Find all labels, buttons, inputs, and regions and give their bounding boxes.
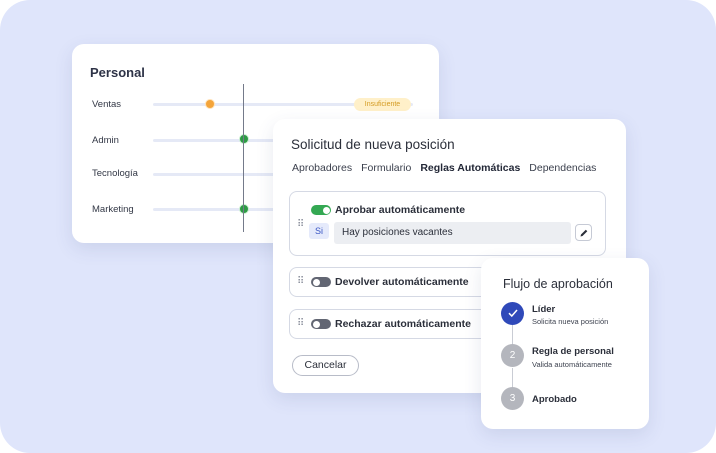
target-axis-line xyxy=(243,84,244,232)
status-badge: Insuficiente xyxy=(354,98,411,111)
marker-admin xyxy=(239,134,249,144)
row-label-ventas: Ventas xyxy=(92,99,122,110)
step-1-title: Líder xyxy=(532,304,556,315)
step-connector xyxy=(512,325,513,345)
personal-title: Personal xyxy=(90,65,145,80)
toggle-aprobar[interactable] xyxy=(311,205,331,215)
drag-handle-icon[interactable]: ⠿ xyxy=(297,277,304,287)
cancel-button[interactable]: Cancelar xyxy=(292,355,359,376)
rule-aprobar: ⠿ Aprobar automáticamente Si Hay posicio… xyxy=(289,191,606,256)
tab-dependencias[interactable]: Dependencias xyxy=(529,162,596,174)
tab-formulario[interactable]: Formulario xyxy=(361,162,411,174)
toggle-rechazar[interactable] xyxy=(311,319,331,329)
check-icon xyxy=(507,309,518,318)
step-2-sub: Valida automáticamente xyxy=(532,360,612,369)
drag-handle-icon[interactable]: ⠿ xyxy=(297,220,304,230)
edit-condition-button[interactable] xyxy=(575,224,592,241)
row-label-admin: Admin xyxy=(92,135,119,146)
step-3-title: Aprobado xyxy=(532,394,577,405)
tab-bar: Aprobadores Formulario Reglas Automática… xyxy=(292,162,596,174)
rule-label-aprobar: Aprobar automáticamente xyxy=(335,204,466,216)
tab-aprobadores[interactable]: Aprobadores xyxy=(292,162,352,174)
condition-prefix: Si xyxy=(309,223,329,239)
row-label-marketing: Marketing xyxy=(92,204,134,215)
step-2-title: Regla de personal xyxy=(532,346,614,357)
step-3-circle: 3 xyxy=(501,387,524,410)
solicitud-title: Solicitud de nueva posición xyxy=(291,137,455,152)
step-1-check-icon xyxy=(501,302,524,325)
rule-label-devolver: Devolver automáticamente xyxy=(335,276,469,288)
step-1-sub: Solicita nueva posición xyxy=(532,317,609,326)
flujo-card: Flujo de aprobación Líder Solicita nueva… xyxy=(481,258,649,429)
step-connector xyxy=(512,368,513,388)
flujo-title: Flujo de aprobación xyxy=(503,277,613,291)
toggle-devolver[interactable] xyxy=(311,277,331,287)
rule-label-rechazar: Rechazar automáticamente xyxy=(335,318,471,330)
tab-reglas-automaticas[interactable]: Reglas Automáticas xyxy=(420,162,520,174)
rule-rechazar: ⠿ Rechazar automáticamente xyxy=(289,309,489,339)
marker-marketing xyxy=(239,204,249,214)
row-label-tecnologia: Tecnología xyxy=(92,168,138,179)
step-2-circle: 2 xyxy=(501,344,524,367)
condition-field[interactable]: Hay posiciones vacantes xyxy=(334,222,571,244)
drag-handle-icon[interactable]: ⠿ xyxy=(297,319,304,329)
marker-ventas xyxy=(205,99,215,109)
rule-devolver: ⠿ Devolver automáticamente xyxy=(289,267,489,297)
pencil-icon xyxy=(580,229,587,236)
